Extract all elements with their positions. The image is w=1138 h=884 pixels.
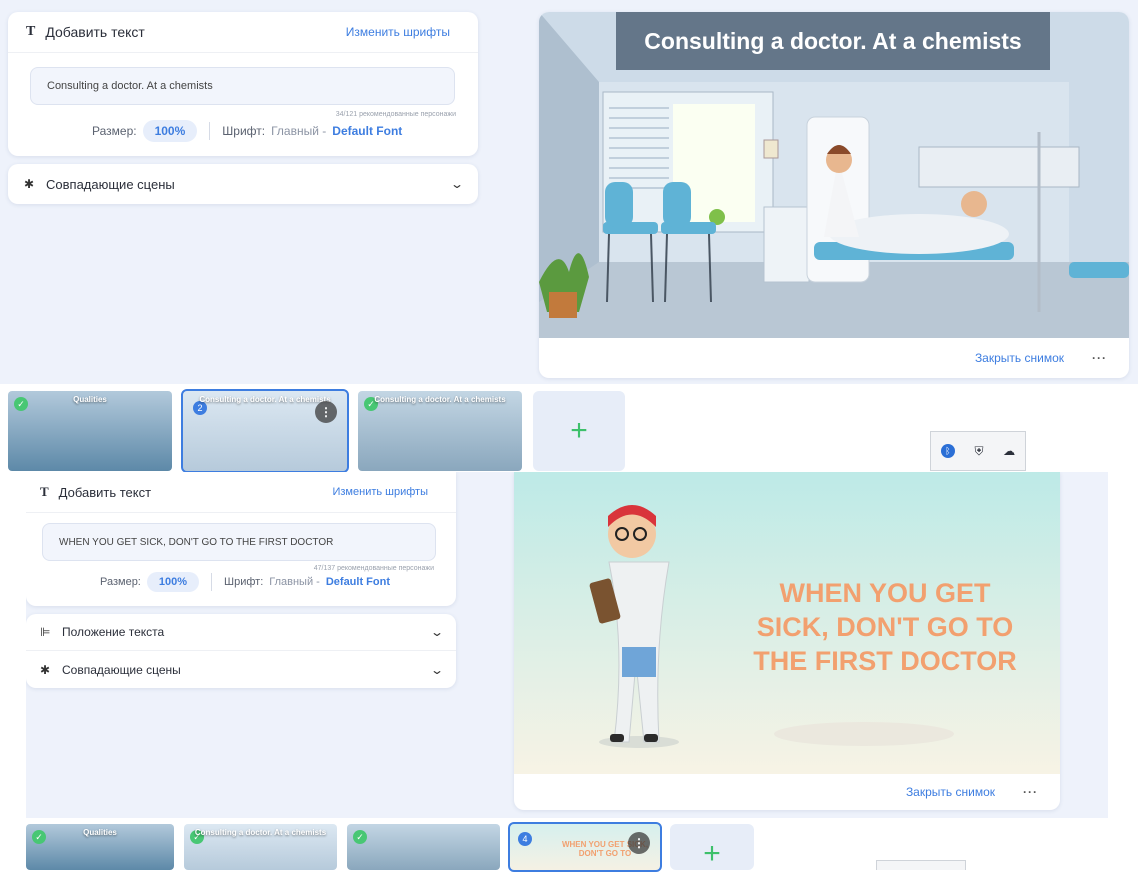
close-shot-button[interactable]: Закрыть снимок: [906, 785, 995, 799]
text-icon: T: [26, 24, 36, 39]
text-icon: T: [40, 484, 49, 499]
char-counter: 47/137 рекомендованные персонажи: [313, 565, 434, 572]
scene-thumb-3[interactable]: ✓: [347, 824, 500, 870]
matching-scenes-accordion[interactable]: ✱ Совпадающие сцены ⌄: [26, 651, 456, 688]
scene-timeline-1: ✓ Qualities 2 Consulting a doctor. At a …: [8, 389, 625, 473]
size-value-button[interactable]: 100%: [142, 120, 198, 142]
panel-title: Добавить текст: [45, 24, 145, 40]
matching-scenes-label: Совпадающие сцены: [62, 662, 181, 677]
scene-thumb-3[interactable]: ✓ Consulting a doctor. At a chemists: [358, 391, 522, 471]
headline-line: WHEN YOU GET: [779, 578, 991, 608]
gear-icon: ✱: [40, 662, 51, 677]
panel-title: Добавить текст: [58, 484, 152, 500]
text-input[interactable]: Consulting a doctor. At a chemists: [30, 67, 455, 105]
scene-thumb-2[interactable]: ✓ Consulting a doctor. At a chemists: [184, 824, 337, 870]
char-counter: 34/121 рекомендованные персонажи: [335, 111, 456, 118]
scene-thumb-4[interactable]: 4 WHEN YOU GET SICK, DON'T GO TO ⋮: [508, 822, 662, 872]
matching-scenes-accordion[interactable]: ✱ Совпадающие сцены ⌄: [8, 165, 478, 203]
font-label: Шрифт:: [224, 576, 264, 588]
scene-banner[interactable]: Consulting a doctor. At a chemists: [616, 12, 1050, 70]
matching-scenes-panel: ✱ Совпадающие сцены ⌄: [8, 164, 478, 204]
add-scene-button[interactable]: +: [670, 824, 754, 870]
matching-scenes-label: Совпадающие сцены: [46, 176, 175, 192]
more-options-icon[interactable]: ···: [1092, 351, 1107, 365]
scene-thumb-1[interactable]: ✓ Qualities: [26, 824, 174, 870]
font-name-link[interactable]: Default Font: [326, 576, 390, 588]
thumb-caption: Consulting a doctor. At a chemists: [374, 395, 506, 404]
scene-timeline-2: ✓ Qualities ✓ Consulting a doctor. At a …: [26, 822, 754, 872]
thumb-caption: Qualities: [73, 395, 107, 404]
text-input[interactable]: WHEN YOU GET SICK, DON'T GO TO THE FIRST…: [42, 523, 436, 561]
headline-text[interactable]: WHEN YOU GET SICK, DON'T GO TO THE FIRST…: [740, 576, 1030, 678]
scene-preview: WHEN YOU GET SICK, DON'T GO TO THE FIRST…: [514, 472, 1060, 810]
font-type: Главный -: [271, 124, 327, 138]
font-name-link[interactable]: Default Font: [332, 124, 402, 138]
size-label: Размер:: [100, 576, 141, 588]
accordion-panel: ⊫ Положение текста ⌄ ✱ Совпадающие сцены…: [26, 614, 456, 688]
cloud-icon[interactable]: ☁: [1003, 444, 1015, 458]
font-type: Главный -: [269, 576, 320, 588]
thumb-caption: Qualities: [83, 828, 117, 837]
shield-icon[interactable]: ⛨: [974, 444, 983, 459]
gear-icon: ✱: [24, 177, 35, 191]
thumb-caption: Consulting a doctor. At a chemists: [194, 828, 327, 837]
scene-thumb-1[interactable]: ✓ Qualities: [8, 391, 172, 471]
chevron-down-icon[interactable]: ⌄: [430, 625, 444, 639]
more-options-icon[interactable]: ···: [1023, 785, 1038, 799]
divider: [209, 122, 211, 140]
change-fonts-link[interactable]: Изменить шрифты: [346, 25, 450, 39]
size-label: Размер:: [92, 124, 137, 138]
add-text-panel: T Добавить текст Изменить шрифты Consult…: [8, 12, 478, 156]
editor-screen-2: T Добавить текст Изменить шрифты WHEN YO…: [26, 472, 1108, 818]
kebab-menu-icon[interactable]: ⋮: [315, 401, 337, 423]
system-tray-popup: ᛒ ⛨ ☁: [930, 431, 1026, 471]
text-position-accordion[interactable]: ⊫ Положение текста ⌄: [26, 614, 456, 651]
close-shot-button[interactable]: Закрыть снимок: [975, 351, 1064, 365]
font-label: Шрифт:: [222, 124, 266, 138]
size-value-button[interactable]: 100%: [146, 572, 200, 592]
chevron-down-icon[interactable]: ⌄: [430, 663, 444, 677]
text-position-label: Положение текста: [62, 625, 165, 639]
tray-fragment: [876, 860, 966, 870]
headline-line: SICK, DON'T GO TO: [756, 612, 1014, 642]
divider: [211, 573, 213, 591]
scene-number-badge: 4: [518, 832, 532, 846]
scene-preview: Consulting a doctor. At a chemists Закры…: [539, 12, 1129, 378]
change-fonts-link[interactable]: Изменить шрифты: [332, 486, 428, 498]
editor-screen-1: T Добавить текст Изменить шрифты Consult…: [0, 0, 1138, 384]
kebab-menu-icon[interactable]: ⋮: [628, 832, 650, 854]
chevron-down-icon[interactable]: ⌄: [450, 177, 464, 191]
add-text-panel: T Добавить текст Изменить шрифты WHEN YO…: [26, 472, 456, 606]
check-icon: ✓: [353, 830, 367, 844]
headline-line: THE FIRST DOCTOR: [753, 646, 1017, 676]
bluetooth-icon[interactable]: ᛒ: [940, 444, 955, 458]
scene-thumb-2[interactable]: 2 Consulting a doctor. At a chemists ⋮: [181, 389, 349, 473]
add-scene-button[interactable]: +: [533, 391, 625, 471]
align-left-icon: ⊫: [40, 625, 51, 639]
